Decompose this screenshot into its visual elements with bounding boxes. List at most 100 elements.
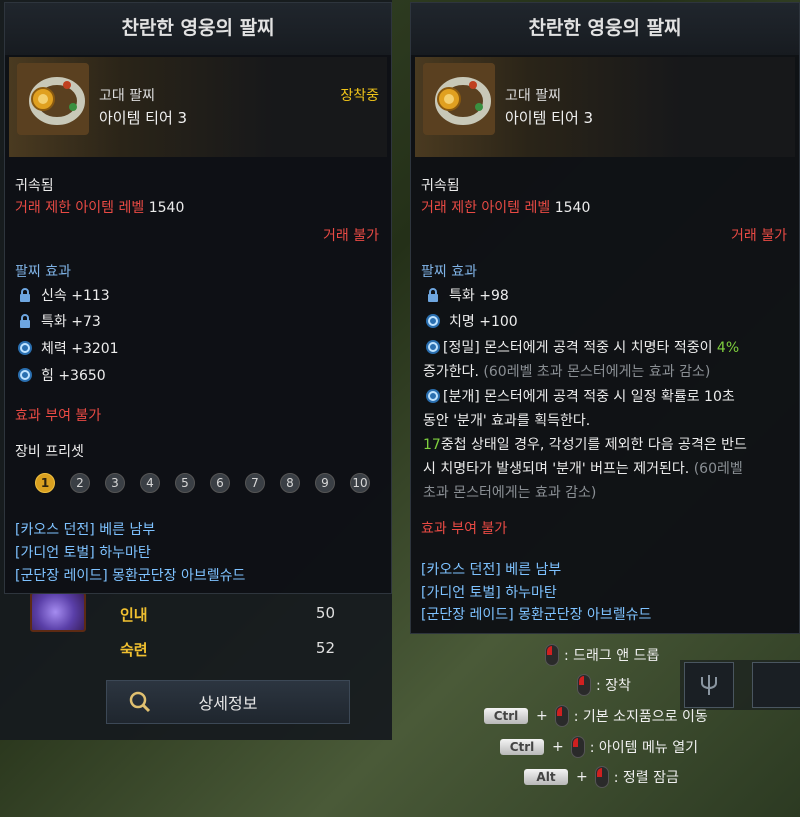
preset-4[interactable]: 4 <box>140 473 160 493</box>
preset-3[interactable]: 3 <box>105 473 125 493</box>
source-tag: [카오스 던전] <box>15 522 95 538</box>
effect-text: 증가한다. <box>423 364 479 380</box>
source-tag: [군단장 레이드] <box>421 607 514 623</box>
effect-text: 신속 +113 <box>41 288 110 304</box>
equipped-badge: 장착중 <box>340 88 379 104</box>
effect-row: 체력 +3201 <box>17 338 119 358</box>
swirl-icon <box>426 389 440 403</box>
effect-text: 특화 +98 <box>449 288 509 304</box>
preset-10[interactable]: 10 <box>350 473 370 493</box>
item-tier: 아이템 티어 3 <box>505 109 594 127</box>
source-row: [가디언 토벌] 하누마탄 <box>15 542 151 562</box>
trade-limit-value: 1540 <box>148 200 185 216</box>
hint-move: Ctrl + : 기본 소지품으로 이동 <box>484 705 708 727</box>
source-name: 하누마탄 <box>505 585 557 601</box>
hint-text: : 정렬 잠금 <box>613 770 679 786</box>
trade-limit-label: 거래 제한 아이템 레벨 <box>421 200 551 216</box>
effect-tag: [분개] <box>443 389 480 405</box>
effect-note: 초과 몬스터에게는 효과 감소) <box>423 485 597 501</box>
effect-value: 17 <box>423 437 441 453</box>
effect-note: (60레벨 <box>689 461 743 477</box>
source-tag: [카오스 던전] <box>421 562 501 578</box>
swirl-icon <box>18 341 32 355</box>
effect-value: 4% <box>716 340 740 356</box>
swirl-icon <box>426 340 440 354</box>
alt-key-icon: Alt <box>524 769 568 785</box>
cannot-grant-label: 효과 부여 불가 <box>15 408 102 424</box>
source-row: [군단장 레이드] 몽환군단장 아브렐슈드 <box>15 565 245 585</box>
mouse-right-icon <box>594 766 609 788</box>
effect-text: 힘 +3650 <box>41 368 106 384</box>
source-tag: [군단장 레이드] <box>15 568 108 584</box>
effect-row: 특화 +73 <box>17 311 101 331</box>
effect-text: 몬스터에게 공격 적중 시 치명타 적중이 <box>479 340 717 356</box>
precision-effect: [정밀] 몬스터에게 공격 적중 시 치명타 적중이 4% 증가한다. (60레… <box>423 336 787 384</box>
preset-5[interactable]: 5 <box>175 473 195 493</box>
ctrl-key-icon: Ctrl <box>500 739 544 755</box>
mouse-right-icon <box>554 705 569 727</box>
hint-text: : 장착 <box>596 678 631 694</box>
mouse-right-icon <box>577 674 591 696</box>
effect-text: 시 치명타가 발생되며 '분개' 버프는 제거된다. <box>423 461 690 477</box>
preset-8[interactable]: 8 <box>280 473 300 493</box>
trade-limit-value: 1540 <box>554 200 591 216</box>
lock-icon <box>428 288 438 302</box>
preset-header: 장비 프리셋 <box>15 444 84 460</box>
hint-text: : 기본 소지품으로 이동 <box>573 709 708 725</box>
preset-7[interactable]: 7 <box>245 473 265 493</box>
source-name: 하누마탄 <box>99 545 151 561</box>
lock-icon <box>20 314 30 328</box>
detail-info-label: 상세정보 <box>198 694 258 713</box>
swirl-icon <box>18 368 32 382</box>
hint-equip: : 장착 <box>572 674 631 696</box>
item-kind: 고대 팔찌 <box>505 88 561 104</box>
effect-row: 특화 +98 <box>425 285 509 305</box>
effect-text: 중첩 상태일 경우, 각성기를 제외한 다음 공격은 반드 <box>440 437 747 453</box>
trade-limit: 거래 제한 아이템 레벨 1540 <box>15 197 184 217</box>
trade-limit: 거래 제한 아이템 레벨 1540 <box>421 197 590 217</box>
stat-row-endurance: 인내 50 <box>120 604 335 625</box>
effect-text: 치명 +100 <box>449 314 518 330</box>
detail-info-button[interactable]: 상세정보 <box>106 680 350 724</box>
bound-status: 귀속됨 <box>421 178 460 194</box>
hint-open-menu: Ctrl + : 아이템 메뉴 열기 <box>500 736 698 758</box>
control-hints: : 드래그 앤 드롭 : 장착 Ctrl + : 기본 소지품으로 이동 Ctr… <box>420 640 800 817</box>
rupture-effect: [분개] 몬스터에게 공격 적중 시 일정 확률로 10초 동안 '분개' 효과… <box>423 385 787 505</box>
effect-text: 특화 +73 <box>41 314 101 330</box>
item-tier: 아이템 티어 3 <box>99 109 188 127</box>
effect-text: 체력 +3201 <box>41 341 119 357</box>
mouse-left-icon <box>545 644 559 666</box>
trade-limit-label: 거래 제한 아이템 레벨 <box>15 200 145 216</box>
stat-label: 인내 <box>120 606 148 624</box>
untradeable-label: 거래 불가 <box>731 228 787 244</box>
source-name: 베른 남부 <box>505 562 562 578</box>
engraving-gem-icon <box>30 592 86 632</box>
preset-selector: 1 2 3 4 5 6 7 8 9 10 <box>35 473 370 493</box>
lock-icon <box>20 288 30 302</box>
stat-value: 50 <box>315 604 335 622</box>
effect-header: 팔찌 효과 <box>421 264 477 280</box>
bound-status: 귀속됨 <box>15 178 54 194</box>
effect-header: 팔찌 효과 <box>15 264 71 280</box>
cannot-grant-label: 효과 부여 불가 <box>421 521 508 537</box>
hint-drag: : 드래그 앤 드롭 <box>540 644 659 666</box>
effect-text: 동안 '분개' 효과를 획득한다. <box>423 413 591 429</box>
swirl-icon <box>426 314 440 328</box>
preset-1[interactable]: 1 <box>35 473 55 493</box>
item-title: 찬란한 영웅의 팔찌 <box>411 3 799 55</box>
hint-text: : 아이템 메뉴 열기 <box>589 740 698 756</box>
effect-row: 신속 +113 <box>17 285 110 305</box>
hint-lock: Alt + : 정렬 잠금 <box>524 766 679 788</box>
source-name: 몽환군단장 아브렐슈드 <box>518 607 652 623</box>
source-row: [카오스 던전] 베른 남부 <box>421 559 561 579</box>
preset-2[interactable]: 2 <box>70 473 90 493</box>
compare-item-tooltip: 찬란한 영웅의 팔찌 고대 팔찌 아이템 티어 3 귀속됨 거래 제한 아이템 … <box>410 2 800 634</box>
effect-text: 몬스터에게 공격 적중 시 일정 확률로 10초 <box>479 389 735 405</box>
source-row: [가디언 토벌] 하누마탄 <box>421 582 557 602</box>
bracelet-icon <box>423 63 495 135</box>
preset-6[interactable]: 6 <box>210 473 230 493</box>
effect-row: 치명 +100 <box>425 311 518 331</box>
source-name: 몽환군단장 아브렐슈드 <box>112 568 246 584</box>
preset-9[interactable]: 9 <box>315 473 335 493</box>
source-tag: [가디언 토벌] <box>421 585 501 601</box>
